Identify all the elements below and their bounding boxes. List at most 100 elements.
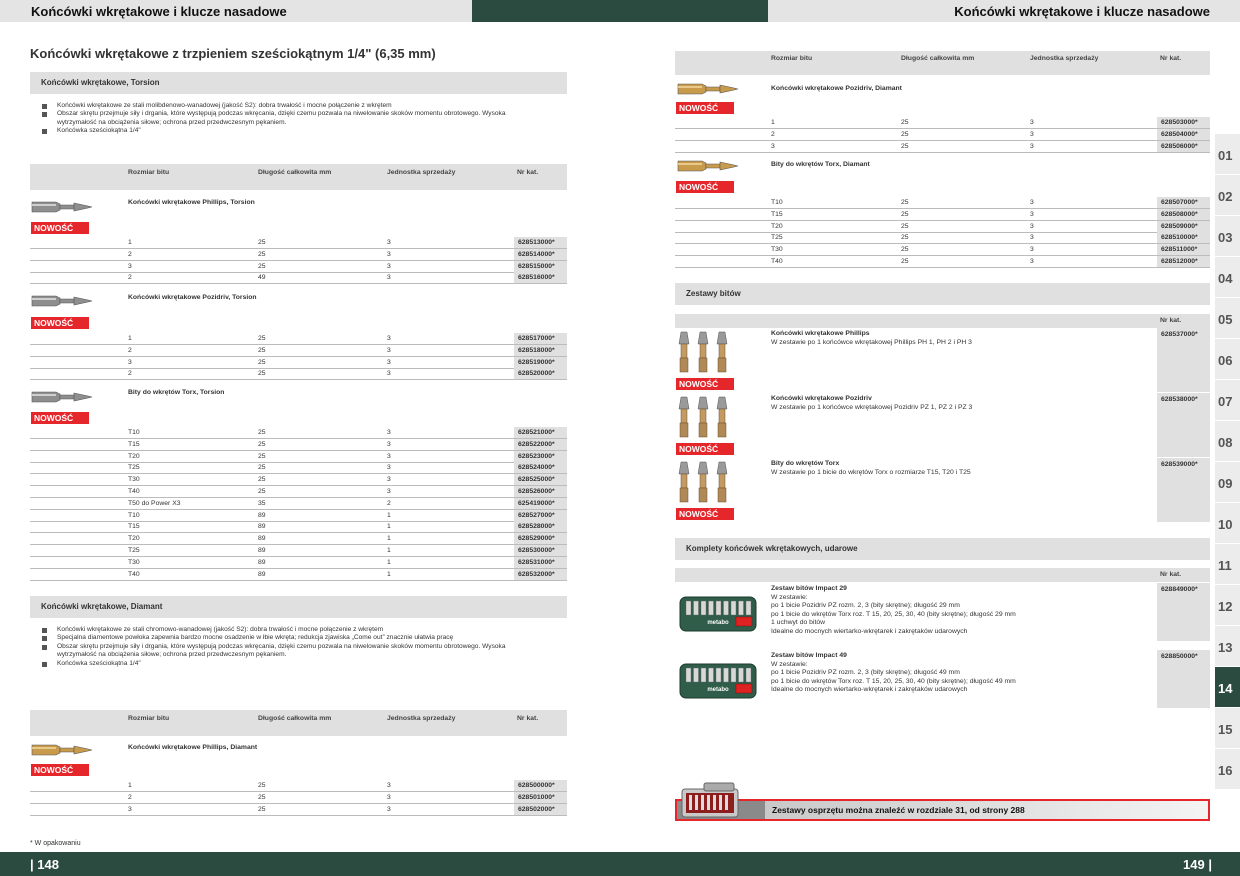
screwdriver-bit-image <box>31 391 93 403</box>
impact-set-line: po 1 bicie Pozidriv PZ rozm. 2, 3 (bity … <box>771 602 960 609</box>
cell-length: 89 <box>258 570 266 578</box>
cell-size: T30 <box>128 476 140 484</box>
cell-catalog-number: 628526000* <box>514 486 567 497</box>
promo-banner[interactable]: Zestawy osprzętu można znaleźć w rozdzia… <box>675 799 1210 821</box>
new-badge: NOWOŚĆ <box>676 508 734 520</box>
cell-catalog-number: 628532000* <box>514 568 567 580</box>
screwdriver-bit-image <box>31 201 93 213</box>
cell-size: T20 <box>128 535 140 543</box>
cell-catalog-number: 628517000* <box>514 333 567 344</box>
table-row: T20 89 1 628529000* <box>30 533 567 546</box>
cell-length: 25 <box>258 239 266 246</box>
cell-length: 49 <box>258 274 266 282</box>
table-row: T40 89 1 628532000* <box>30 568 567 581</box>
screwdriver-bit-image <box>677 160 739 172</box>
cell-size: T30 <box>771 246 783 254</box>
chapter-tab-16[interactable]: 16 <box>1215 749 1240 790</box>
cell-catalog-number: 628508000* <box>1157 208 1210 220</box>
cell-catalog-number: 628502000* <box>514 803 567 815</box>
cell-catalog-number: 628523000* <box>514 450 567 462</box>
cell-unit: 3 <box>387 335 391 342</box>
cell-size: T15 <box>128 440 140 448</box>
chapter-tab-02[interactable]: 02 <box>1215 175 1240 216</box>
cell-unit: 3 <box>387 440 391 448</box>
col-cat-header: Nr kat. <box>517 715 539 722</box>
chapter-tab-11[interactable]: 11 <box>1215 544 1240 585</box>
page-number-right: 149 | <box>1183 857 1212 872</box>
cell-length: 25 <box>258 452 266 460</box>
cell-size: T20 <box>771 222 783 230</box>
promo-text: Zestawy osprzętu można znaleźć w rozdzia… <box>772 805 1025 815</box>
cell-length: 25 <box>258 440 266 448</box>
chapter-tab-12[interactable]: 12 <box>1215 585 1240 626</box>
cell-unit: 3 <box>1030 258 1034 265</box>
new-badge: NOWOŚĆ <box>31 317 89 329</box>
table-row: T30 25 3 628525000* <box>30 474 567 487</box>
cell-size: 2 <box>771 130 775 138</box>
impact-set-item: Zestaw bitów Impact 49 W zestawie: po 1 bi… <box>771 652 1151 695</box>
cell-unit: 1 <box>387 511 391 519</box>
section-diamant-heading: Końcówki wkrętakowe, Diamant <box>30 596 567 618</box>
bullet-item: Obszar skrętu przejmuje siły i drgania, … <box>40 643 520 660</box>
cell-catalog-number: 628518000* <box>514 344 567 356</box>
table-row: T40 25 3 628526000* <box>30 486 567 498</box>
impact-set-line: 1 uchwyt do bitów <box>771 619 826 626</box>
chapter-tab-04[interactable]: 04 <box>1215 257 1240 298</box>
cell-unit: 1 <box>387 570 391 578</box>
section-impact-label: Komplety końcówek wkrętakowych, udarowe <box>686 544 858 553</box>
impact-set-line: W zestawie: <box>771 593 808 601</box>
cell-size: T50 do Power X3 <box>128 499 181 507</box>
cell-unit: 3 <box>387 793 391 801</box>
chapter-tab-13[interactable]: 13 <box>1215 626 1240 667</box>
bit-set-image <box>678 396 728 438</box>
chapter-tab-15[interactable]: 15 <box>1215 708 1240 749</box>
table-row: T25 89 1 628530000* <box>30 545 567 557</box>
cell-size: 3 <box>128 262 132 270</box>
cell-length: 25 <box>901 234 909 242</box>
impact-set-line: po 1 bicie Pozidriv PZ rozm. 2, 3 (bity … <box>771 669 960 676</box>
bullet-item: Końcówka sześciokątna 1/4" <box>40 127 510 135</box>
header-center-bar <box>472 0 768 22</box>
cell-length: 89 <box>258 547 266 554</box>
section-bit-sets-heading: Zestawy bitów <box>675 283 1210 305</box>
chapter-tab-01[interactable]: 01 <box>1215 134 1240 175</box>
bullet-item: Końcówki wkrętakowe ze stali chromowo-wa… <box>40 626 520 634</box>
table-row: T15 25 3 628522000* <box>30 438 567 451</box>
table-row: 2 49 3 628516000* <box>30 272 567 285</box>
cell-unit: 3 <box>387 262 391 270</box>
col-cat-header: Nr kat. <box>517 169 539 176</box>
chapter-tab-06[interactable]: 06 <box>1215 339 1240 380</box>
cell-size: T20 <box>128 452 140 460</box>
table-row: 2 25 3 628520000* <box>30 368 567 381</box>
cell-length: 89 <box>258 558 266 566</box>
cell-length: 25 <box>258 335 266 342</box>
chapter-tab-08[interactable]: 08 <box>1215 421 1240 462</box>
chapter-tab-03[interactable]: 03 <box>1215 216 1240 257</box>
col-size-header: Rozmiar bitu <box>128 715 170 722</box>
cell-length: 25 <box>901 199 909 206</box>
new-badge: NOWOŚĆ <box>676 181 734 193</box>
chapter-tab-09[interactable]: 09 <box>1215 462 1240 503</box>
cell-size: T15 <box>128 523 140 531</box>
cell-size: T10 <box>771 199 783 206</box>
table-row: T10 25 3 628521000* <box>30 427 567 439</box>
cell-length: 25 <box>258 429 266 436</box>
section-torsion-heading: Końcówki wkrętakowe, Torsion <box>30 72 567 94</box>
cell-size: T30 <box>128 558 140 566</box>
cell-size: T25 <box>128 547 140 554</box>
table-row: 1 25 3 628517000* <box>30 333 567 345</box>
bit-set-name: Końcówki wkrętakowe Phillips <box>771 330 870 337</box>
cell-length: 25 <box>901 222 909 230</box>
chapter-tab-14[interactable]: 14 <box>1215 667 1240 708</box>
chapter-tab-07[interactable]: 07 <box>1215 380 1240 421</box>
chapter-tab-05[interactable]: 05 <box>1215 298 1240 339</box>
header-title-right: Końcówki wkrętakowe i klucze nasadowe <box>954 4 1210 19</box>
chapter-tab-10[interactable]: 10 <box>1215 503 1240 544</box>
col-length-header: Długość całkowita mm <box>901 55 975 62</box>
cell-size: 2 <box>128 250 132 258</box>
cell-unit: 3 <box>387 782 391 789</box>
cell-unit: 3 <box>387 274 391 282</box>
new-badge: NOWOŚĆ <box>31 764 89 776</box>
page-title: Końcówki wkrętakowe z trzpieniem sześcio… <box>30 46 436 61</box>
cell-unit: 3 <box>1030 119 1034 126</box>
